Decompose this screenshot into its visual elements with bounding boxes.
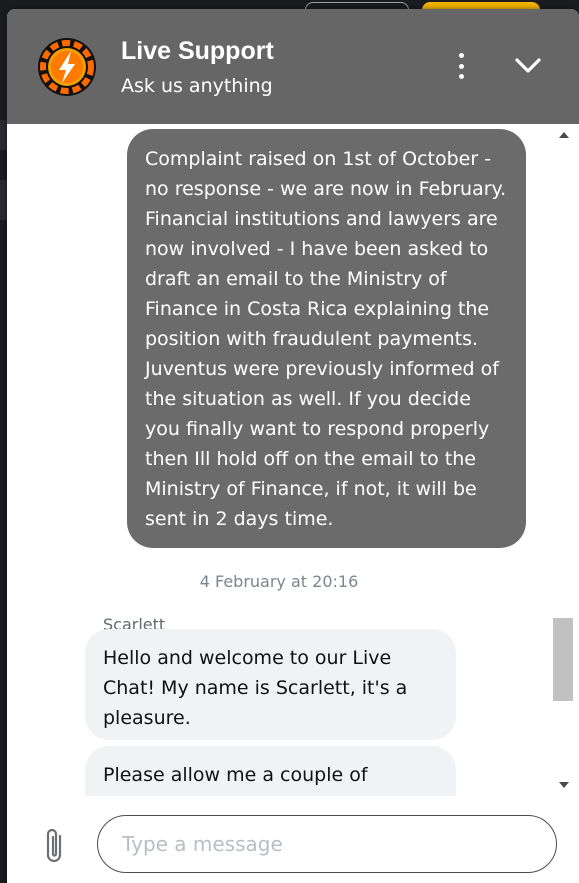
message-timestamp: 4 February at 20:16 [199,572,359,591]
chat-subtitle: Ask us anything [121,75,273,97]
message-list[interactable]: Complaint raised on 1st of October - no … [7,124,551,796]
chat-widget: Live Support Ask us anything Complaint r… [7,9,579,883]
incoming-message: Hello and welcome to our Live Chat! My n… [85,629,456,740]
scroll-up-arrow-icon[interactable] [559,132,569,138]
chevron-down-icon[interactable] [512,53,544,79]
chat-title: Live Support [121,37,274,65]
message-input[interactable] [97,815,557,873]
outgoing-message: Complaint raised on 1st of October - no … [127,129,526,548]
message-scrollbar[interactable] [551,124,579,796]
scrollbar-thumb[interactable] [553,618,573,701]
chat-header: Live Support Ask us anything [7,9,579,124]
paperclip-icon[interactable] [43,826,67,866]
incoming-message: Please allow me a couple of [85,746,456,796]
scroll-down-arrow-icon[interactable] [559,782,569,788]
more-options-icon[interactable] [449,53,473,79]
brand-logo-icon [37,37,97,97]
message-composer [7,796,579,883]
